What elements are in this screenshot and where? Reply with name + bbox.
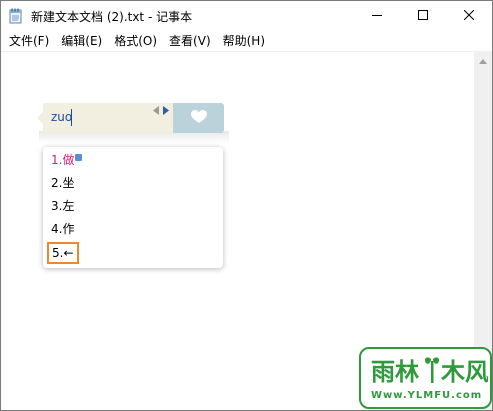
maximize-button[interactable]: [400, 1, 446, 31]
window-title: 新建文本文档 (2).txt - 记事本: [31, 10, 193, 24]
candidate-item[interactable]: 1.做: [51, 150, 74, 170]
menu-bar: 文件(F) 编辑(E) 格式(O) 查看(V) 帮助(H): [1, 31, 492, 51]
watermark-url: Www.YLMFU.com: [371, 390, 483, 401]
maximize-icon: [418, 9, 428, 23]
close-icon: [463, 9, 475, 23]
close-button[interactable]: [446, 1, 492, 31]
heart-icon: [190, 109, 207, 127]
chevron-up-icon: [479, 53, 487, 67]
notepad-icon: [9, 8, 23, 24]
ime-input-box[interactable]: zuo: [37, 103, 173, 133]
menu-edit[interactable]: 编辑(E): [55, 31, 108, 51]
ime-skin-button[interactable]: [173, 103, 224, 133]
menu-help[interactable]: 帮助(H): [217, 31, 271, 51]
svg-text:雨林: 雨林: [371, 358, 419, 386]
candidate-item[interactable]: 2.坐: [51, 173, 74, 193]
ime-composition-bar[interactable]: zuo: [37, 103, 224, 133]
candidate-badge-icon: [75, 154, 82, 161]
candidate-item[interactable]: 3.左: [51, 196, 74, 216]
notepad-window: 新建文本文档 (2).txt - 记事本 文件(F) 编辑(E) 格式(O) 查…: [0, 0, 493, 411]
ime-caret: [71, 109, 72, 126]
svg-text:木风: 木风: [440, 358, 488, 386]
candidate-item-highlighted[interactable]: 5.←: [47, 242, 79, 264]
ime-pinyin-text: zuo: [51, 110, 73, 124]
menu-file[interactable]: 文件(F): [3, 31, 55, 51]
minimize-button[interactable]: [354, 1, 400, 31]
watermark-logo: 雨林 木风 Www.YLMFU.com: [359, 347, 492, 409]
ime-candidate-list: 1.做 2.坐 3.左 4.作 5.←: [43, 147, 223, 268]
menu-view[interactable]: 查看(V): [163, 31, 217, 51]
triangle-left-icon[interactable]: [153, 106, 159, 117]
ime-pointer: [37, 112, 43, 124]
minimize-icon: [372, 9, 382, 23]
candidate-item[interactable]: 4.作: [51, 219, 74, 239]
watermark-logo-image: 雨林 木风: [371, 357, 488, 386]
triangle-right-icon[interactable]: [163, 106, 169, 117]
scroll-up-button[interactable]: [474, 51, 492, 68]
title-bar[interactable]: 新建文本文档 (2).txt - 记事本: [1, 1, 492, 31]
menu-format[interactable]: 格式(O): [108, 31, 163, 51]
